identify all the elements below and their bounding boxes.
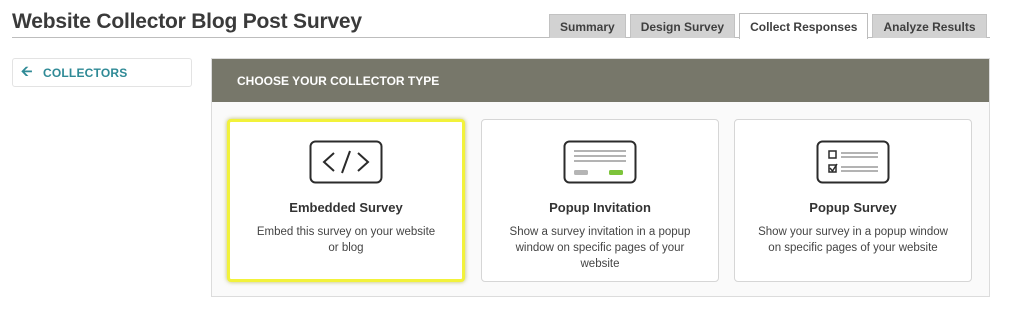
tab-summary[interactable]: Summary [549, 14, 626, 38]
collectors-back-link[interactable]: 🡨 COLLECTORS [12, 58, 192, 87]
arrow-left-icon: 🡨 [21, 62, 33, 79]
code-icon [309, 140, 383, 184]
embedded-survey-card[interactable]: Embedded Survey Embed this survey on you… [227, 119, 465, 282]
card-description: Embed this survey on your website or blo… [256, 226, 436, 254]
collectors-label: COLLECTORS [43, 65, 128, 80]
tab-collect-responses[interactable]: Collect Responses [739, 13, 869, 39]
tab-analyze-results[interactable]: Analyze Results [872, 14, 987, 38]
panel-header: CHOOSE YOUR COLLECTOR TYPE [212, 59, 989, 102]
card-title: Embedded Survey [289, 200, 403, 215]
popup-invitation-card[interactable]: Popup Invitation Show a survey invitatio… [481, 119, 719, 282]
card-title: Popup Survey [809, 200, 897, 215]
popup-invitation-icon [563, 140, 637, 184]
collector-type-panel: CHOOSE YOUR COLLECTOR TYPE Embedded Surv… [211, 58, 990, 297]
page-title: Website Collector Blog Post Survey [12, 10, 362, 33]
card-description: Show a survey invitation in a popup wind… [509, 226, 691, 270]
tab-bar: Summary Design Survey Collect Responses … [549, 13, 987, 39]
popup-survey-card[interactable]: Popup Survey Show your survey in a popup… [734, 119, 972, 282]
card-title: Popup Invitation [549, 200, 651, 215]
tab-design-survey[interactable]: Design Survey [629, 14, 736, 38]
card-description: Show your survey in a popup window on sp… [758, 226, 948, 254]
popup-survey-icon [816, 140, 890, 184]
